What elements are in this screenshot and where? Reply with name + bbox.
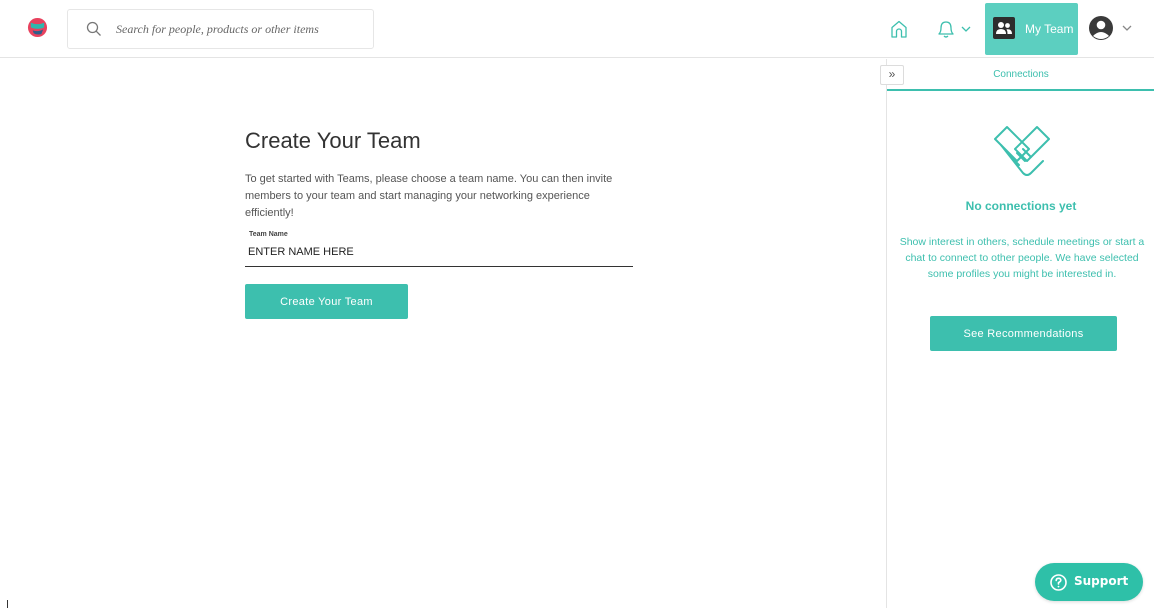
top-navigation-bar: My Team [0,0,1154,58]
search-input[interactable] [114,10,364,48]
intro-text: To get started with Teams, please choose… [245,173,613,219]
help-icon [1050,574,1067,591]
empty-state-title: No connections yet [965,199,1077,213]
user-menu-button[interactable] [1088,15,1136,43]
empty-state-text: Show interest in others, schedule meetin… [899,236,1145,280]
bell-icon [938,21,971,38]
main-content: Create Your Team To get started with Tea… [0,59,886,608]
support-button[interactable]: Support [1035,563,1143,601]
home-icon[interactable] [888,18,910,40]
brand-logo-icon[interactable] [27,17,48,38]
team-name-label: Team Name [249,231,288,238]
chevron-down-icon [1122,25,1132,31]
connections-panel: Connections » No connections yet Show in… [880,59,1154,608]
page-title: Create Your Team [245,128,421,153]
collapse-panel-button[interactable]: » [880,65,904,85]
user-avatar-icon [1089,16,1132,40]
divider [7,600,8,608]
team-name-field[interactable]: Team Name [245,231,633,267]
handshake-icon [994,126,1050,176]
create-team-button[interactable]: Create Your Team [245,284,408,319]
team-name-input[interactable] [248,243,628,261]
tab-connections[interactable]: Connections [887,59,1154,91]
search-icon [86,21,101,36]
support-label: Support [1074,574,1129,588]
my-team-label: My Team [1025,22,1074,36]
see-recommendations-button[interactable]: See Recommendations [930,316,1117,351]
my-team-button[interactable]: My Team [985,3,1078,55]
team-icon [993,17,1015,39]
search-bar[interactable] [67,9,374,49]
notifications-button[interactable] [935,17,975,41]
